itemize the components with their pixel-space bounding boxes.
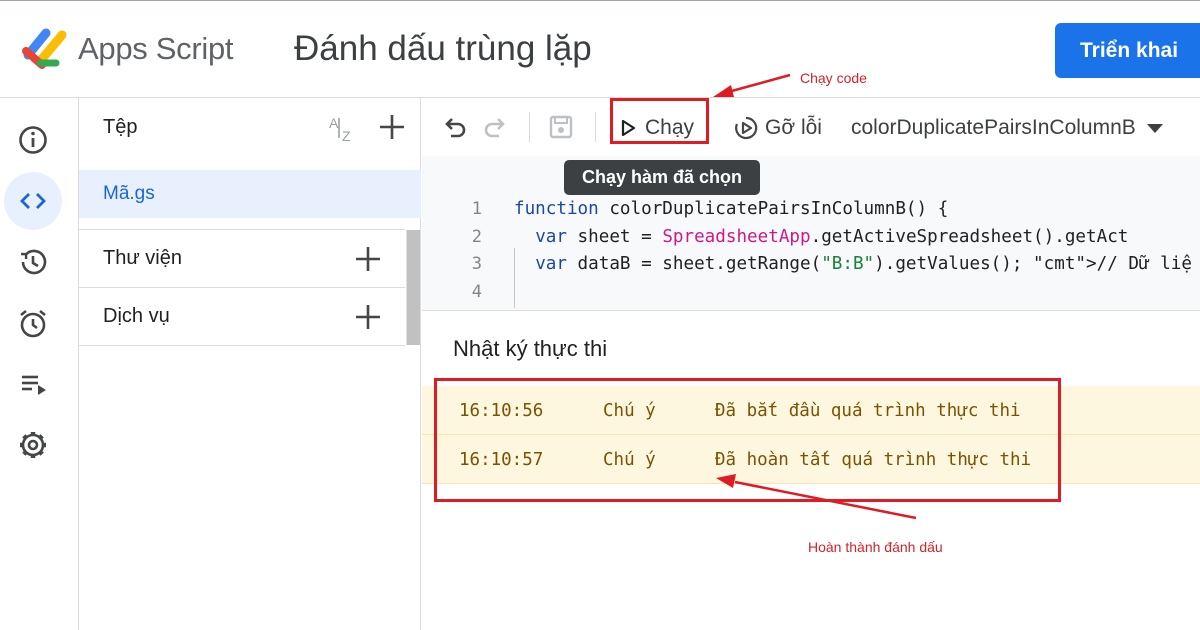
sort-az-icon[interactable]: A Z [327,112,359,144]
svg-text:Z: Z [342,128,351,144]
left-nav-rail [0,98,79,630]
project-title[interactable]: Đánh dấu trùng lặp [294,29,592,69]
add-file-icon[interactable] [377,112,407,142]
file-item-ma-gs[interactable]: Mã.gs [79,170,421,218]
files-label: Tệp [103,116,138,138]
debug-icon [735,116,758,140]
info-icon [19,126,47,154]
settings-icon [20,432,46,458]
toolbar-separator [529,112,530,142]
app-name: Apps Script [78,31,234,66]
apps-script-logo-icon [22,28,67,69]
redo-icon[interactable] [481,112,511,142]
deploy-button[interactable]: Triển khai [1055,23,1200,78]
editor-toolbar: Chạy Gỡ lỗi colorDuplicatePairsInColumnB [421,98,1200,156]
services-label: Dịch vụ [103,305,170,327]
libraries-label: Thư viện [103,247,182,269]
triggers-button[interactable] [4,294,62,352]
alarm-icon [20,309,46,338]
executions-icon [22,375,46,395]
done-annotation-text: Hoàn thành đánh dấu [808,539,943,555]
code-content[interactable]: function colorDuplicatePairsInColumnB() … [514,196,1192,306]
execution-log-title: Nhật ký thực thi [453,336,608,361]
run-annotation-text: Chạy code [800,70,867,86]
files-panel: Tệp A Z Mã.gs Thư viện Dịch vụ [79,98,421,630]
log-highlight-box [434,378,1061,502]
debug-label: Gỡ lỗi [765,116,822,139]
executions-button[interactable] [4,355,62,413]
versions-button[interactable] [4,233,62,291]
app-header: Apps Script Đánh dấu trùng lặp Triển kha… [0,1,1200,98]
line-number: 2 [471,226,482,247]
line-number: 4 [471,281,482,302]
file-name: Mã.gs [103,183,155,204]
add-library-icon[interactable] [353,244,383,274]
code-line[interactable]: var sheet = SpreadsheetApp.getActiveSpre… [514,224,1192,252]
debug-button[interactable]: Gỡ lỗi [733,112,822,144]
run-highlight-box [610,98,709,144]
editor-button[interactable] [4,172,62,230]
files-header: Tệp A Z [79,98,421,156]
files-scrollbar[interactable] [406,230,420,345]
toolbar-separator [595,112,596,142]
code-line[interactable]: function colorDuplicatePairsInColumnB() … [514,196,1192,224]
libraries-section: Thư viện [79,229,405,287]
settings-button[interactable] [4,416,62,474]
undo-icon[interactable] [439,112,469,142]
section-divider [79,345,405,346]
code-line[interactable]: var dataB = sheet.getRange("B:B").getVal… [514,251,1192,279]
history-icon [20,249,47,275]
code-line[interactable] [514,279,1192,307]
add-service-icon[interactable] [353,302,383,332]
run-tooltip: Chạy hàm đã chọn [564,160,760,195]
overview-button[interactable] [4,111,62,169]
function-select[interactable]: colorDuplicatePairsInColumnB [851,116,1163,140]
code-editor[interactable]: 1 2 3 4 function colorDuplicatePairsInCo… [422,156,1200,310]
services-section: Dịch vụ [79,287,405,345]
svg-text:A: A [329,115,339,131]
line-numbers: 1 2 3 4 [422,196,482,306]
line-number: 1 [471,199,482,219]
function-name: colorDuplicatePairsInColumnB [851,116,1136,139]
save-icon[interactable] [546,112,576,142]
line-number: 3 [471,254,482,274]
chevron-down-icon [1146,123,1163,133]
code-icon [20,193,46,209]
